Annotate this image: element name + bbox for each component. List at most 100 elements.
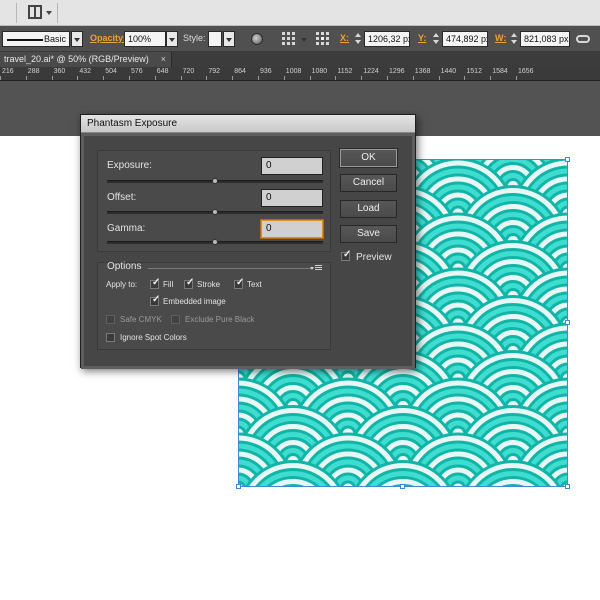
ruler-tick-label: 504 (105, 68, 117, 75)
arrange-documents-icon[interactable] (28, 5, 42, 19)
ruler-tick (232, 76, 234, 80)
ruler-tick-label: 1368 (414, 68, 431, 75)
horizontal-ruler[interactable]: 216 288 360 432 504 576 648 720 792 864 936 1008 108… (0, 67, 600, 81)
apply-to-label: Apply to: (106, 280, 138, 289)
chevron-down-icon[interactable] (46, 11, 52, 15)
opacity-dropdown[interactable] (166, 31, 178, 47)
stroke-profile-swatch[interactable]: Basic (2, 31, 70, 47)
embedded-image-checkbox[interactable]: ✓ (150, 294, 161, 306)
x-field[interactable]: 1206,32 px (364, 31, 410, 47)
ruler-tick (464, 76, 466, 80)
text-checkbox[interactable]: ✓ (234, 277, 245, 289)
ruler-tick (129, 76, 130, 80)
app-bar (0, 0, 600, 26)
opacity-label[interactable]: Opacity: (90, 33, 126, 43)
selection-handle[interactable] (565, 157, 570, 162)
graphic-style-swatch[interactable] (208, 31, 222, 47)
reference-point-icon[interactable] (282, 32, 296, 46)
graphic-style-dropdown[interactable] (223, 31, 235, 47)
selection-handle[interactable] (565, 484, 570, 489)
check-icon: ✓ (152, 277, 161, 288)
load-button[interactable]: Load (340, 200, 397, 218)
exposure-slider-thumb[interactable] (212, 178, 218, 184)
opacity-field[interactable]: 100% (124, 31, 166, 47)
fill-checkbox[interactable]: ✓ (150, 277, 161, 289)
options-menu-icon[interactable] (310, 264, 323, 272)
w-stepper[interactable] (510, 31, 518, 47)
dialog-title[interactable]: Phantasm Exposure (81, 115, 415, 133)
w-label[interactable]: W: (495, 33, 506, 43)
y-field[interactable]: 474,892 px (442, 31, 488, 47)
ruler-tick-label: 576 (131, 68, 143, 75)
offset-field[interactable]: 0 (261, 189, 323, 207)
x-stepper[interactable] (354, 31, 362, 47)
gamma-slider-thumb[interactable] (212, 239, 218, 245)
style-label: Style: (183, 33, 206, 43)
ignore-spot-colors-label: Ignore Spot Colors (120, 333, 187, 342)
ruler-tick-label: 288 (27, 68, 40, 75)
ruler-tick-label: 360 (53, 68, 66, 75)
check-icon: ✓ (152, 294, 161, 305)
stroke-checkbox[interactable]: ✓ (184, 277, 195, 289)
close-icon[interactable]: × (161, 54, 166, 64)
ruler-tick-label: 1296 (389, 68, 405, 75)
y-stepper[interactable] (432, 31, 440, 47)
exclude-pure-black-checkbox[interactable] (171, 315, 180, 324)
ruler-tick-label: 1224 (363, 68, 379, 75)
gamma-field[interactable]: 0 (261, 220, 323, 238)
selection-handle[interactable] (400, 484, 405, 489)
ruler-tick (25, 76, 27, 80)
fill-label: Fill (163, 280, 174, 289)
preview-checkbox[interactable]: ✓ (341, 249, 352, 261)
ruler-tick (51, 76, 53, 80)
ruler-tick-label: 720 (182, 68, 195, 75)
ruler-tick (309, 76, 311, 80)
selection-handle[interactable] (236, 484, 241, 489)
save-button[interactable]: Save (340, 225, 397, 243)
offset-slider-thumb[interactable] (212, 209, 218, 215)
separator (16, 3, 17, 23)
ignore-spot-colors-checkbox[interactable] (106, 333, 115, 342)
ruler-tick (0, 76, 1, 80)
check-icon: ✓ (343, 249, 352, 260)
ruler-tick (490, 76, 492, 80)
safe-cmyk-checkbox[interactable] (106, 315, 115, 324)
ruler-tick-label: 1008 (285, 68, 302, 75)
gamma-label: Gamma: (107, 223, 146, 234)
stroke-line-preview (7, 39, 43, 41)
options-title: Options (107, 261, 142, 272)
ruler-tick (516, 76, 517, 80)
ruler-tick (438, 76, 440, 80)
ruler-tick (206, 76, 208, 80)
x-label[interactable]: X: (340, 33, 349, 43)
ruler-tick (283, 76, 285, 80)
ruler-tick-label: 1512 (466, 68, 482, 75)
document-tab[interactable]: travel_20.ai* @ 50% (RGB/Preview) × (0, 52, 172, 67)
recolor-artwork-icon[interactable] (251, 33, 263, 45)
ruler-tick (361, 76, 363, 80)
w-field[interactable]: 821,083 px (520, 31, 570, 47)
preview-label: Preview (356, 252, 392, 263)
cancel-button[interactable]: Cancel (340, 174, 397, 192)
safe-cmyk-label: Safe CMYK (120, 315, 162, 324)
ruler-tick-label: 936 (260, 68, 272, 75)
exposure-field[interactable]: 0 (261, 157, 323, 175)
stroke-profile-label: Basic (43, 34, 66, 44)
ruler-tick-label: 1584 (492, 68, 508, 75)
check-icon: ✓ (186, 277, 195, 288)
ruler-tick (258, 76, 259, 80)
selection-handle[interactable] (565, 320, 570, 325)
document-tab-bar: travel_20.ai* @ 50% (RGB/Preview) × (0, 52, 600, 67)
check-icon: ✓ (236, 277, 245, 288)
y-label[interactable]: Y: (418, 33, 426, 43)
ruler-tick (412, 76, 414, 80)
ruler-tick-label: 1080 (311, 68, 328, 75)
ruler-tick-label: 432 (79, 68, 92, 75)
embedded-image-label: Embedded image (163, 297, 226, 306)
ok-button[interactable]: OK (340, 149, 397, 167)
document-tab-title: travel_20.ai* @ 50% (RGB/Preview) (4, 54, 149, 64)
reference-point-dropdown[interactable] (298, 31, 310, 47)
constrain-proportions-icon[interactable] (576, 35, 590, 43)
transform-reference-icon[interactable] (316, 32, 330, 46)
stroke-profile-dropdown[interactable] (71, 31, 83, 47)
